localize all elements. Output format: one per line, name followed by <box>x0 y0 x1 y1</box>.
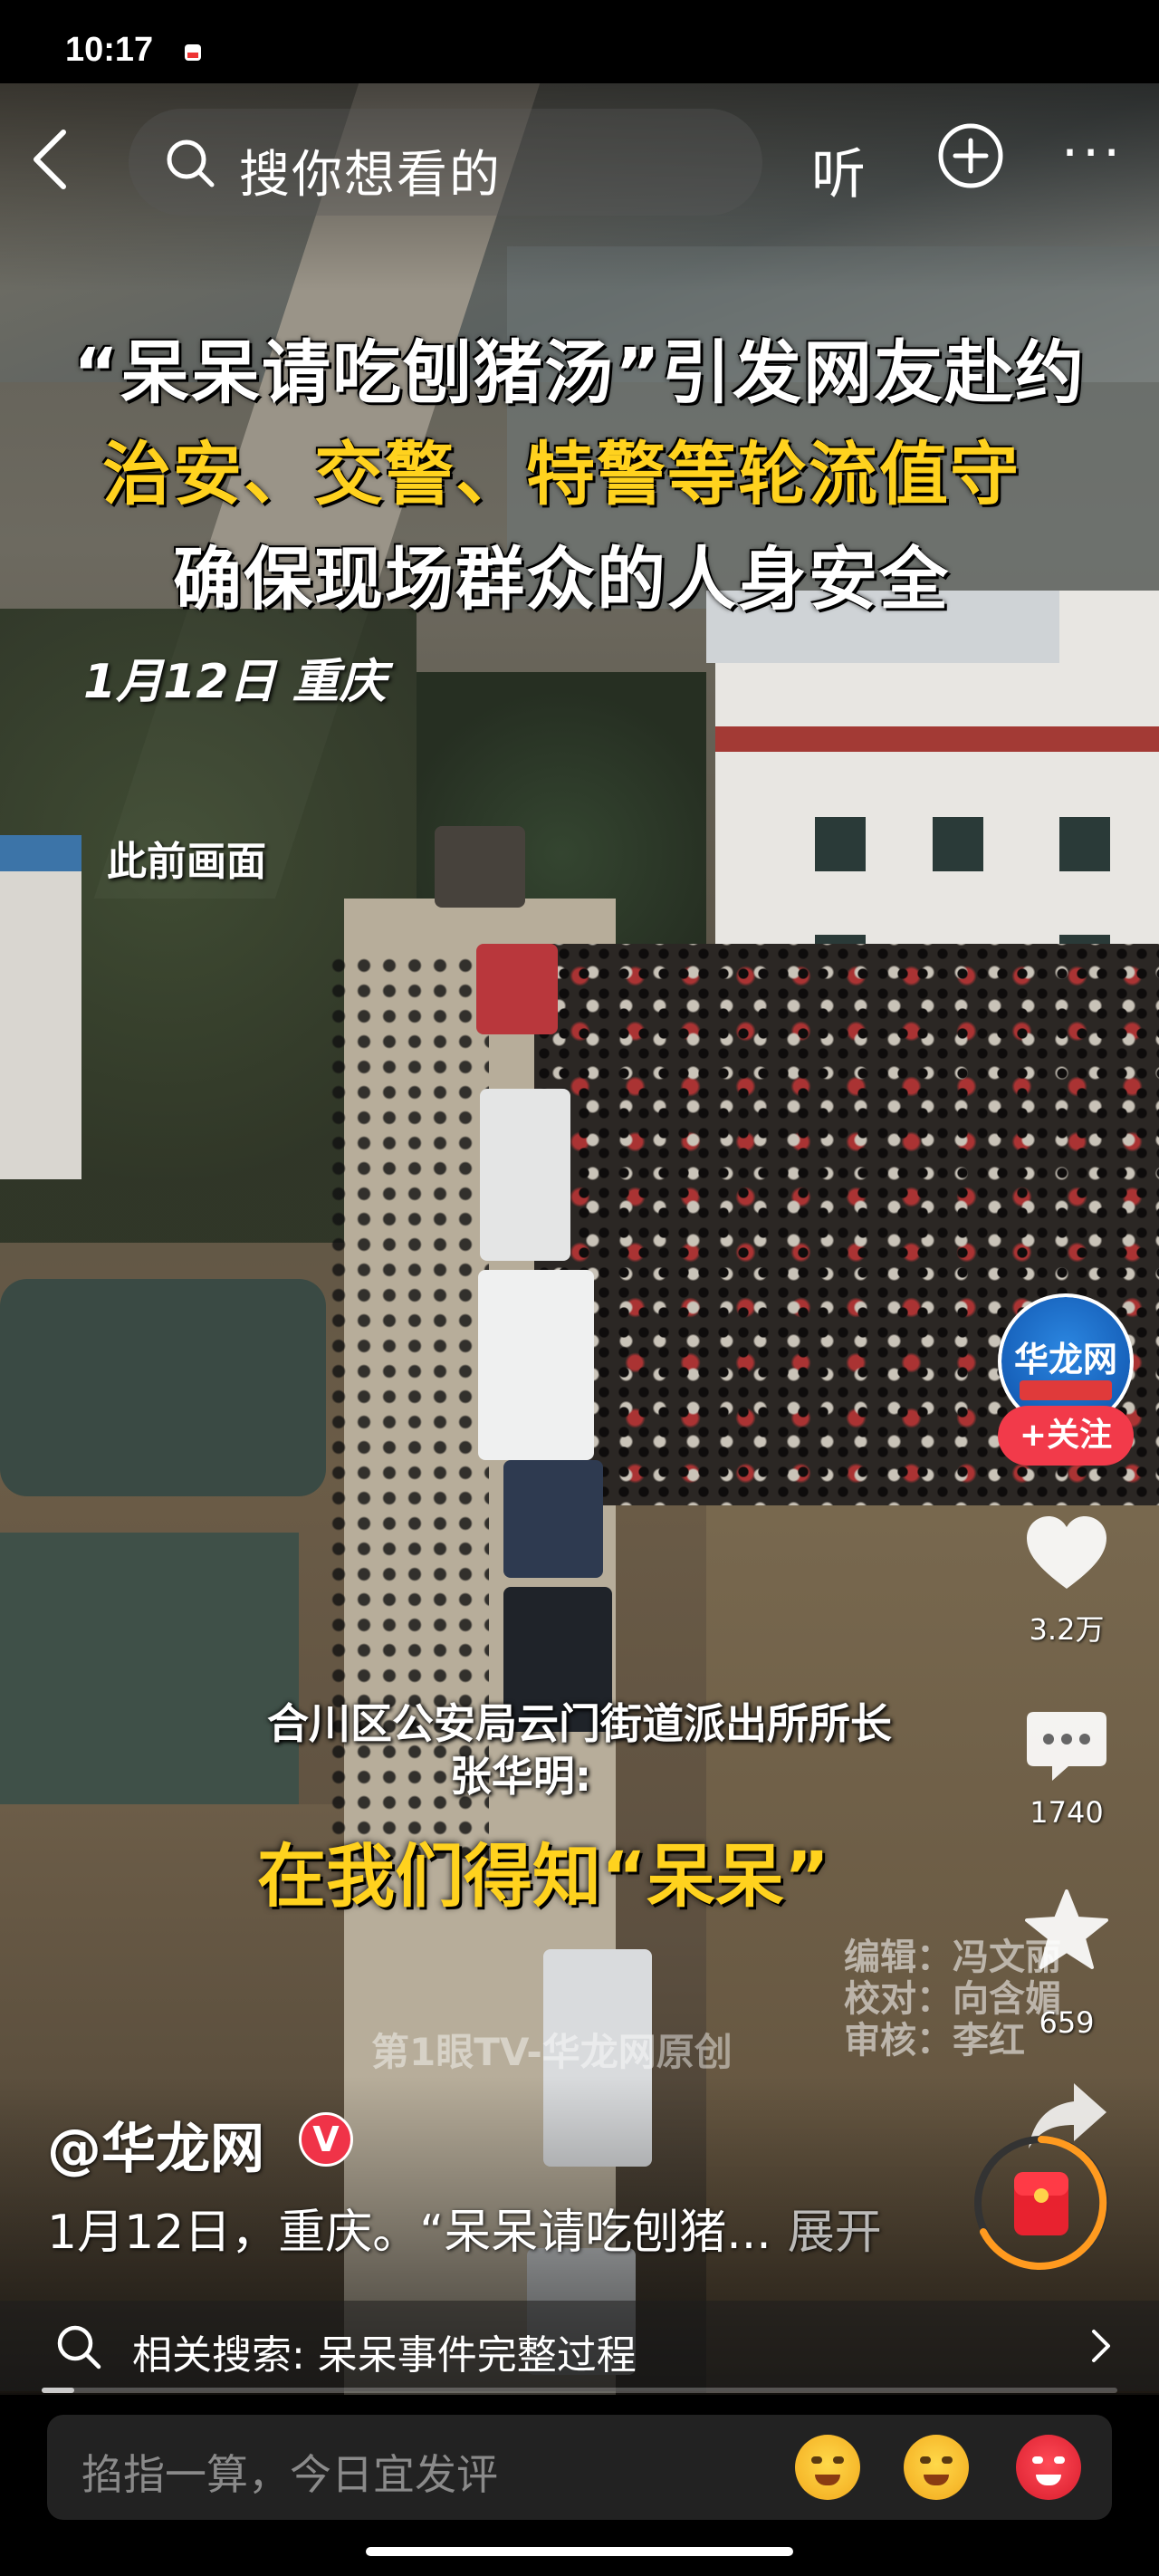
status-bar: 10:17 <box>0 0 1159 83</box>
chevron-left-icon <box>34 130 66 189</box>
plus-circle-icon <box>938 123 1003 188</box>
red-packet-button[interactable] <box>969 2130 1114 2275</box>
comment-placeholder: 掐指一算，今日宜发评 <box>81 2450 498 2499</box>
video-progress-bar[interactable] <box>42 2388 1117 2393</box>
more-options-button[interactable]: ··· <box>1061 121 1124 185</box>
search-icon <box>57 2325 101 2369</box>
back-button[interactable] <box>22 125 85 194</box>
avatar-text: 华龙网 <box>1013 1340 1117 1379</box>
comment-button[interactable] <box>1021 1699 1112 1790</box>
video-watermark: 第1眼TV-华龙网原创 <box>371 2030 733 2074</box>
bottom-bar: 掐指一算，今日宜发评 <box>0 2395 1159 2576</box>
expand-link[interactable]: 展开 <box>788 2206 882 2260</box>
comment-icon <box>1027 1712 1106 1781</box>
related-search-bar[interactable]: 相关搜索: 呆呆事件完整过程 <box>0 2301 1159 2391</box>
quote-subtitle: 在我们得知“呆呆” <box>257 1836 829 1917</box>
top-bar: 搜你想看的 听 ··· <box>0 107 1159 216</box>
headline-line-3: 确保现场群众的人身安全 <box>173 539 950 620</box>
search-placeholder: 搜你想看的 <box>239 146 502 205</box>
listen-button[interactable]: 听 <box>811 130 866 209</box>
avatar-badge-stripe <box>1020 1380 1112 1400</box>
background-pond <box>0 1279 326 1496</box>
speaker-name: 张华明: <box>449 1752 592 1801</box>
favorite-button[interactable] <box>1021 1886 1112 1976</box>
background-house <box>0 835 81 1179</box>
description-text: 1月12日，重庆。“呆呆请吃刨猪... <box>47 2206 771 2260</box>
heart-icon <box>1027 1516 1106 1589</box>
comment-input[interactable]: 掐指一算，今日宜发评 <box>47 2415 1112 2520</box>
chevron-right-icon <box>1092 2330 1110 2362</box>
giggle-emoji-icon[interactable] <box>904 2435 969 2500</box>
background-vehicle <box>435 826 525 908</box>
like-button[interactable] <box>1021 1509 1112 1600</box>
author-name[interactable]: @华龙网 <box>47 2105 264 2184</box>
speaker-subtitle: 合川区公安局云门街道派出所所长 张华明: <box>0 1697 1159 1802</box>
speaker-title: 合川区公安局云门街道派出所所长 <box>267 1699 892 1748</box>
related-search-text: 相关搜索: 呆呆事件完整过程 <box>132 2332 637 2379</box>
home-indicator[interactable] <box>366 2547 793 2556</box>
notification-icon <box>185 44 201 61</box>
comment-count: 1740 <box>1030 1795 1104 1830</box>
search-icon <box>167 139 215 187</box>
headline-line-2: 治安、交警、特警等轮流值守 <box>102 434 1020 514</box>
background-vehicle <box>476 944 558 1034</box>
angry-emoji-icon[interactable] <box>1016 2435 1081 2500</box>
earlier-footage-caption: 此前画面 <box>107 839 266 885</box>
add-button[interactable] <box>935 120 1006 191</box>
background-vehicle <box>480 1089 570 1261</box>
follow-button[interactable]: +关注 <box>998 1406 1134 1466</box>
favorite-count: 659 <box>1039 2005 1095 2040</box>
date-location-caption: 1月12日 重庆 <box>83 655 387 709</box>
status-time: 10:17 <box>65 31 154 69</box>
red-packet-icon <box>974 2136 1108 2270</box>
background-vehicle <box>503 1460 603 1578</box>
search-input[interactable]: 搜你想看的 <box>129 109 762 216</box>
background-vehicle <box>478 1270 594 1460</box>
laughing-emoji-icon[interactable] <box>795 2435 860 2500</box>
like-count: 3.2万 <box>1029 1612 1105 1647</box>
headline-line-1: “呆呆请吃刨猪汤”引发网友赴约 <box>73 332 1086 413</box>
star-icon <box>1025 1889 1108 1969</box>
post-description[interactable]: 1月12日，重庆。“呆呆请吃刨猪... 展开 <box>47 2194 882 2262</box>
video-progress-fill <box>42 2388 74 2393</box>
verified-badge-icon: V <box>299 2112 353 2167</box>
